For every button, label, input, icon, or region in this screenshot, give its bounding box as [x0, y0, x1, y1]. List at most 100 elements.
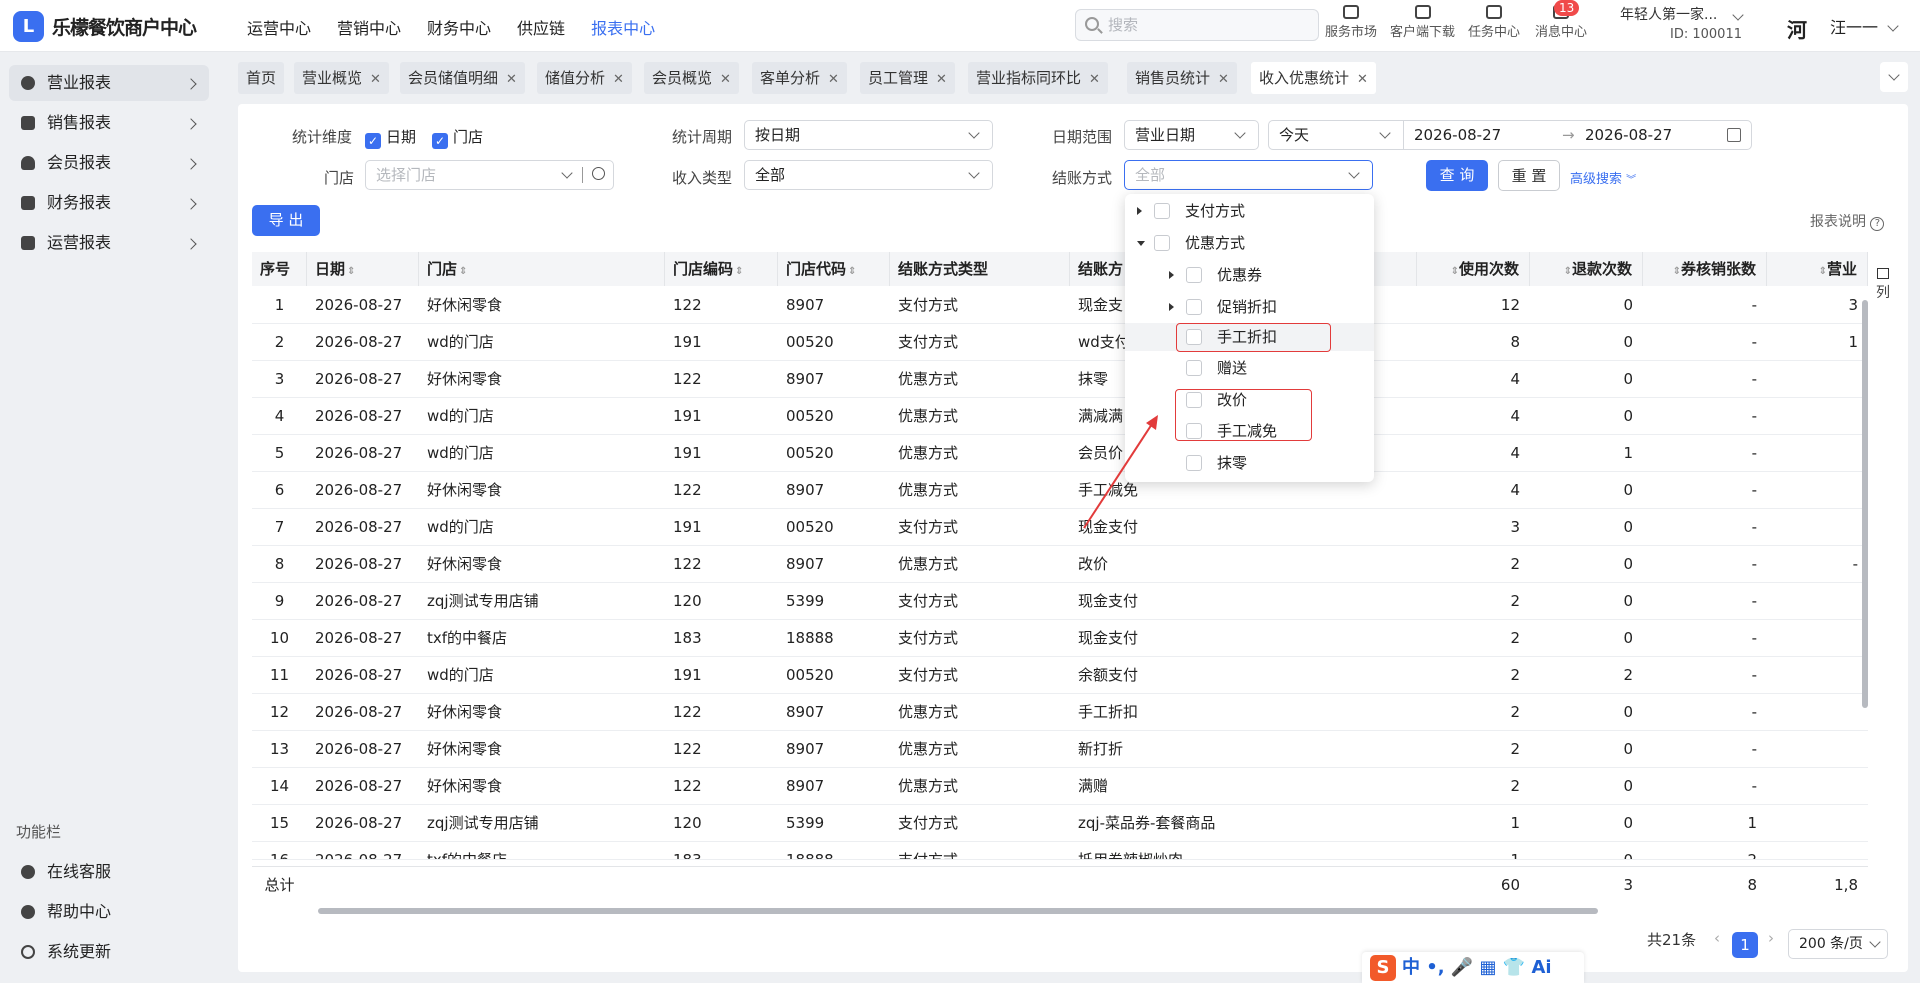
income-type-select[interactable]: 全部: [744, 160, 993, 190]
tab-business-kpi-compare[interactable]: 营业指标同环比 ✕: [968, 62, 1108, 94]
dropdown-option[interactable]: 优惠方式: [1137, 229, 1337, 257]
tab-business-overview[interactable]: 营业概览 ✕: [294, 62, 389, 94]
tab-income-discount-stats[interactable]: 收入优惠统计 ✕: [1251, 62, 1376, 94]
close-icon[interactable]: ✕: [936, 72, 947, 87]
store-select[interactable]: 选择门店: [365, 160, 614, 190]
advanced-search-link[interactable]: 高级搜索 ︾: [1570, 168, 1636, 187]
dropdown-option[interactable]: 促销折扣: [1169, 293, 1369, 321]
tab-sales-staff-stats[interactable]: 销售员统计 ✕: [1127, 62, 1237, 94]
query-button[interactable]: 查 询: [1426, 160, 1488, 191]
dropdown-option[interactable]: 赠送: [1169, 354, 1369, 382]
client-download-button[interactable]: 客户端下载: [1390, 5, 1455, 40]
checkbox[interactable]: [1154, 235, 1170, 251]
table-row[interactable]: 14 2026-08-27 好休闲零食 122 8907 优惠方式 满赠 2 0 -: [252, 768, 1868, 805]
close-icon[interactable]: ✕: [1357, 72, 1368, 87]
checkbox[interactable]: [1186, 267, 1202, 283]
table-row[interactable]: 1 2026-08-27 好休闲零食 122 8907 支付方式 现金支 12 0-3: [252, 287, 1868, 324]
table-row[interactable]: 16 2026-08-27 txf的中餐店 183 18888 支付方式 抵用券辣椒炒肉 1 0…: [252, 842, 1868, 860]
checkbox[interactable]: [1186, 299, 1202, 315]
checkbox[interactable]: [1186, 360, 1202, 376]
table-row[interactable]: 10 2026-08-27 txf的中餐店 183 18888 支付方式 现金支付 2 0 -: [252, 620, 1868, 657]
dimension-date-checkbox[interactable]: ✓ 日期: [365, 126, 416, 149]
prev-page-icon[interactable]: ‹: [1714, 929, 1720, 947]
table-row[interactable]: 5 2026-08-27 wd的门店 191 00520 优惠方式 会员价 4 1-: [252, 435, 1868, 472]
topnav-supply[interactable]: 供应链: [517, 15, 565, 39]
table-row[interactable]: 8 2026-08-27 好休闲零食 122 8907 优惠方式 改价 2 0 - -: [252, 546, 1868, 583]
sidebar-item-finance-report[interactable]: 财务报表: [9, 185, 209, 221]
tab-member-stored-detail[interactable]: 会员储值明细 ✕: [400, 62, 525, 94]
col-store-code[interactable]: 门店代码 ⇕: [778, 252, 890, 286]
close-icon[interactable]: ✕: [1089, 72, 1100, 87]
checkout-method-select[interactable]: 全部: [1124, 160, 1373, 190]
page-size-select[interactable]: 200 条/页: [1788, 929, 1888, 959]
table-row[interactable]: 15 2026-08-27 zqj测试专用店铺 120 5399 支付方式 zqj-菜品券-…: [252, 805, 1868, 842]
service-market-button[interactable]: 服务市场: [1325, 5, 1377, 40]
close-icon[interactable]: ✕: [370, 72, 381, 87]
col-date[interactable]: 日期 ⇕: [307, 252, 419, 286]
table-row[interactable]: 62026-08-27好休闲零食1228907优惠方式手工减免40-: [252, 472, 1868, 509]
close-icon[interactable]: ✕: [720, 72, 731, 87]
search-input[interactable]: 搜索: [1075, 9, 1319, 41]
export-button[interactable]: 导 出: [252, 205, 320, 236]
topnav-reports[interactable]: 报表中心: [591, 15, 655, 39]
horizontal-scrollbar[interactable]: [318, 908, 1598, 914]
period-select[interactable]: 按日期: [744, 120, 993, 150]
col-revenue[interactable]: ⇕营业: [1767, 252, 1868, 286]
tab-member-overview[interactable]: 会员概览 ✕: [644, 62, 739, 94]
checkbox[interactable]: [1186, 455, 1202, 471]
col-coupon-count[interactable]: ⇕券核销张数: [1643, 252, 1767, 286]
caret-right-icon[interactable]: [1169, 303, 1174, 311]
table-row[interactable]: 4 2026-08-27 wd的门店 191 00520 优惠方式 满减满 4 0-: [252, 398, 1868, 435]
ime-toolbar[interactable]: S中 •, 🎤 ▦ 👕 Ai: [1362, 952, 1584, 983]
search-icon[interactable]: [592, 167, 605, 180]
page-current[interactable]: 1: [1732, 932, 1758, 958]
dropdown-option[interactable]: 优惠券: [1169, 261, 1369, 289]
sidebar-item-ops-report[interactable]: 运营报表: [9, 225, 209, 261]
col-use-count[interactable]: ⇕使用次数: [1417, 252, 1530, 286]
tab-stored-analysis[interactable]: 储值分析 ✕: [537, 62, 632, 94]
tabs-more-button[interactable]: [1880, 62, 1908, 92]
col-store-no[interactable]: 门店编码 ⇕: [665, 252, 778, 286]
table-row[interactable]: 2 2026-08-27 wd的门店 191 00520 支付方式 wd支付 8 0-1: [252, 324, 1868, 361]
dimension-store-checkbox[interactable]: ✓ 门店: [432, 126, 483, 149]
table-row[interactable]: 11 2026-08-27 wd的门店 191 00520 支付方式 余额支付 2 2 -: [252, 657, 1868, 694]
date-type-select[interactable]: 营业日期: [1124, 120, 1259, 150]
tab-ticket-analysis[interactable]: 客单分析 ✕: [752, 62, 847, 94]
close-icon[interactable]: ✕: [828, 72, 839, 87]
dropdown-option[interactable]: 抹零: [1169, 449, 1369, 477]
table-row[interactable]: 9 2026-08-27 zqj测试专用店铺 120 5399 支付方式 现金支付 2 0 -: [252, 583, 1868, 620]
sidebar-help-center[interactable]: 帮助中心: [9, 894, 209, 930]
sidebar-item-member-report[interactable]: 会员报表: [9, 145, 209, 181]
topnav-finance[interactable]: 财务中心: [427, 15, 491, 39]
table-row[interactable]: 3 2026-08-27 好休闲零食 122 8907 优惠方式 抹零 4 0-: [252, 361, 1868, 398]
user-menu[interactable]: 汪一一: [1830, 14, 1899, 38]
tab-home[interactable]: 首页: [238, 62, 285, 94]
column-settings-button[interactable]: 列: [1872, 268, 1894, 302]
table-row[interactable]: 12 2026-08-27 好休闲零食 122 8907 优惠方式 手工折扣 2 0 -: [252, 694, 1868, 731]
topnav-ops[interactable]: 运营中心: [247, 15, 311, 39]
topnav-marketing[interactable]: 营销中心: [337, 15, 401, 39]
date-range-picker[interactable]: 2026-08-27 → 2026-08-27: [1403, 120, 1752, 150]
task-center-button[interactable]: 任务中心: [1468, 5, 1520, 40]
sidebar-system-update[interactable]: 系统更新: [9, 934, 209, 970]
close-icon[interactable]: ✕: [1218, 72, 1229, 87]
vertical-scrollbar[interactable]: [1862, 300, 1868, 708]
col-store[interactable]: 门店 ⇕: [419, 252, 665, 286]
table-row[interactable]: 13 2026-08-27 好休闲零食 122 8907 优惠方式 新打折 2 0 -: [252, 731, 1868, 768]
avatar[interactable]: 河: [1787, 14, 1807, 43]
checkbox[interactable]: [1154, 203, 1170, 219]
dropdown-option[interactable]: 支付方式: [1137, 197, 1337, 225]
caret-down-icon[interactable]: [1137, 241, 1145, 246]
caret-right-icon[interactable]: [1137, 207, 1142, 215]
close-icon[interactable]: ✕: [613, 72, 624, 87]
col-refund-count[interactable]: ⇕退款次数: [1530, 252, 1643, 286]
date-preset-select[interactable]: 今天: [1268, 120, 1404, 150]
caret-right-icon[interactable]: [1169, 271, 1174, 279]
next-page-icon[interactable]: ›: [1768, 929, 1774, 947]
sidebar-online-support[interactable]: 在线客服: [9, 854, 209, 890]
tab-staff-management[interactable]: 员工管理 ✕: [860, 62, 955, 94]
close-icon[interactable]: ✕: [506, 72, 517, 87]
reset-button[interactable]: 重 置: [1498, 160, 1560, 191]
report-help-link[interactable]: 报表说明 ?: [1810, 211, 1885, 231]
table-row[interactable]: 7 2026-08-27 wd的门店 191 00520 支付方式 现金支付 3 0-: [252, 509, 1868, 546]
